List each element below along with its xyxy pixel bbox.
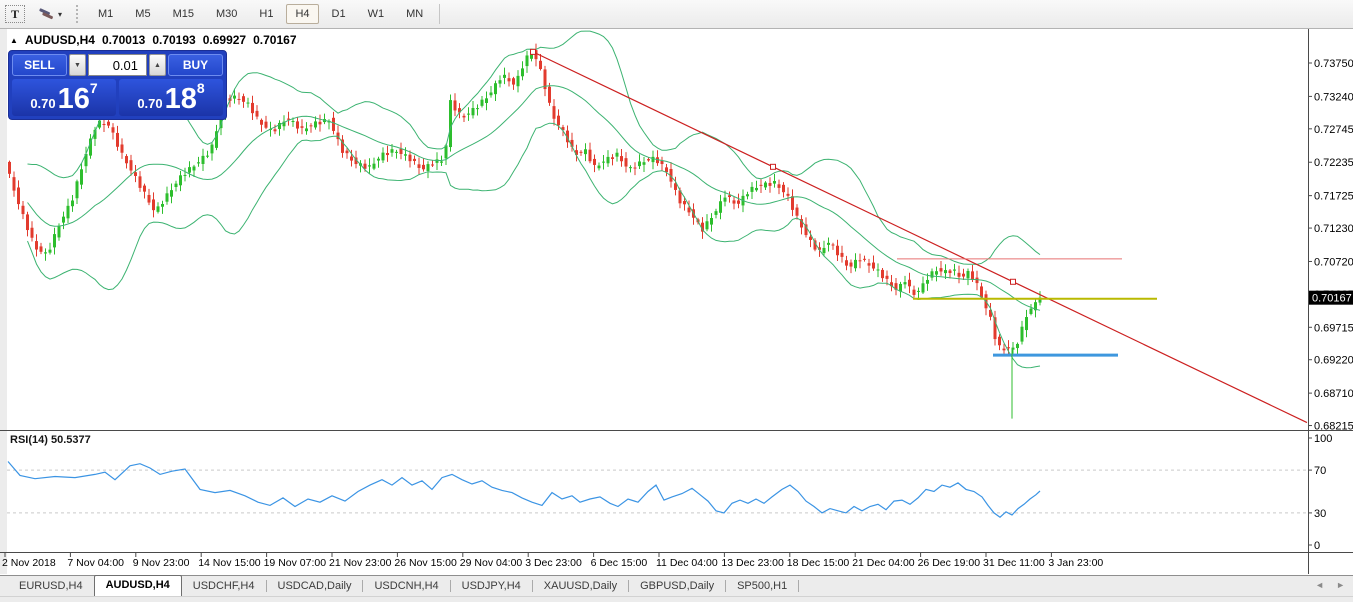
close-value: 0.70167: [253, 33, 296, 47]
sell-price-prefix: 0.70: [30, 96, 55, 111]
tab-scroll-right-icon[interactable]: ►: [1336, 580, 1345, 590]
sell-price-sup: 7: [90, 80, 98, 96]
timeframe-button-d1[interactable]: D1: [323, 4, 355, 24]
chart-tab-xauusd-daily[interactable]: XAUUSD,Daily: [533, 577, 628, 596]
mt4-terminal: { "toolbar": { "text_tool_label": "T", "…: [0, 0, 1353, 601]
text-tool-button[interactable]: T: [5, 5, 25, 23]
chart-tab-gbpusd-daily[interactable]: GBPUSD,Daily: [629, 577, 725, 596]
buy-price-sup: 8: [197, 80, 205, 96]
chart-tab-audusd-h4[interactable]: AUDUSD,H4: [94, 575, 182, 596]
chevron-down-icon: ▾: [58, 10, 62, 19]
sell-button[interactable]: SELL: [12, 54, 67, 76]
symbol-period-label: AUDUSD,H4: [25, 33, 95, 47]
timeframe-button-h4[interactable]: H4: [286, 4, 318, 24]
lot-increase-button[interactable]: ▲: [149, 54, 166, 76]
colors-tool-button[interactable]: ▾: [35, 5, 65, 23]
lot-size-input[interactable]: [88, 54, 147, 76]
crayons-icon: [38, 7, 54, 21]
timeframe-button-m1[interactable]: M1: [89, 4, 122, 24]
timeframe-button-m5[interactable]: M5: [126, 4, 159, 24]
chart-tab-bar: EURUSD,H4AUDUSD,H4USDCHF,H4USDCAD,DailyU…: [0, 575, 1353, 596]
lot-decrease-button[interactable]: ▼: [69, 54, 86, 76]
chart-tab-usdcnh-h4[interactable]: USDCNH,H4: [363, 577, 449, 596]
top-toolbar: T ▾ M1M5M15M30H1H4D1W1MN: [0, 0, 1353, 29]
buy-button[interactable]: BUY: [168, 54, 223, 76]
open-value: 0.70013: [102, 33, 145, 47]
timeframe-button-m30[interactable]: M30: [207, 4, 246, 24]
timeframe-button-h1[interactable]: H1: [250, 4, 282, 24]
tab-scroll-left-icon[interactable]: ◄: [1315, 580, 1324, 590]
tab-scroll-buttons: ◄ ►: [1315, 580, 1345, 590]
chart-tab-usdchf-h4[interactable]: USDCHF,H4: [182, 577, 266, 596]
chart-tab-sp500-h1[interactable]: SP500,H1: [726, 577, 798, 596]
sell-price-big: 16: [58, 86, 90, 114]
buy-price-box[interactable]: 0.70 18 8: [119, 79, 223, 116]
chart-tab-usdcad-daily[interactable]: USDCAD,Daily: [267, 577, 363, 596]
chart-tab-usdjpy-h4[interactable]: USDJPY,H4: [451, 577, 532, 596]
collapse-panel-icon[interactable]: ▲: [10, 36, 18, 45]
tab-separator: [798, 580, 799, 592]
sell-price-box[interactable]: 0.70 16 7: [12, 79, 116, 116]
toolbar-separator: [439, 4, 440, 24]
toolbar-separator-handle: [76, 5, 78, 23]
high-value: 0.70193: [152, 33, 195, 47]
one-click-trading-panel: SELL ▼ ▲ BUY 0.70 16 7 0.70 18 8: [8, 50, 227, 120]
chart-tabs: EURUSD,H4AUDUSD,H4USDCHF,H4USDCAD,DailyU…: [8, 575, 799, 596]
status-bar: [0, 596, 1353, 602]
chart-tab-eurusd-h4[interactable]: EURUSD,H4: [8, 577, 94, 596]
timeframe-button-w1[interactable]: W1: [359, 4, 394, 24]
timeframe-button-group: M1M5M15M30H1H4D1W1MN: [87, 4, 434, 24]
rsi-indicator-label: RSI(14) 50.5377: [10, 434, 91, 446]
buy-price-prefix: 0.70: [137, 96, 162, 111]
timeframe-button-m15[interactable]: M15: [164, 4, 203, 24]
low-value: 0.69927: [203, 33, 246, 47]
timeframe-button-mn[interactable]: MN: [397, 4, 432, 24]
buy-price-big: 18: [165, 86, 197, 114]
chart-title: ▲ AUDUSD,H4 0.70013 0.70193 0.69927 0.70…: [10, 33, 297, 47]
